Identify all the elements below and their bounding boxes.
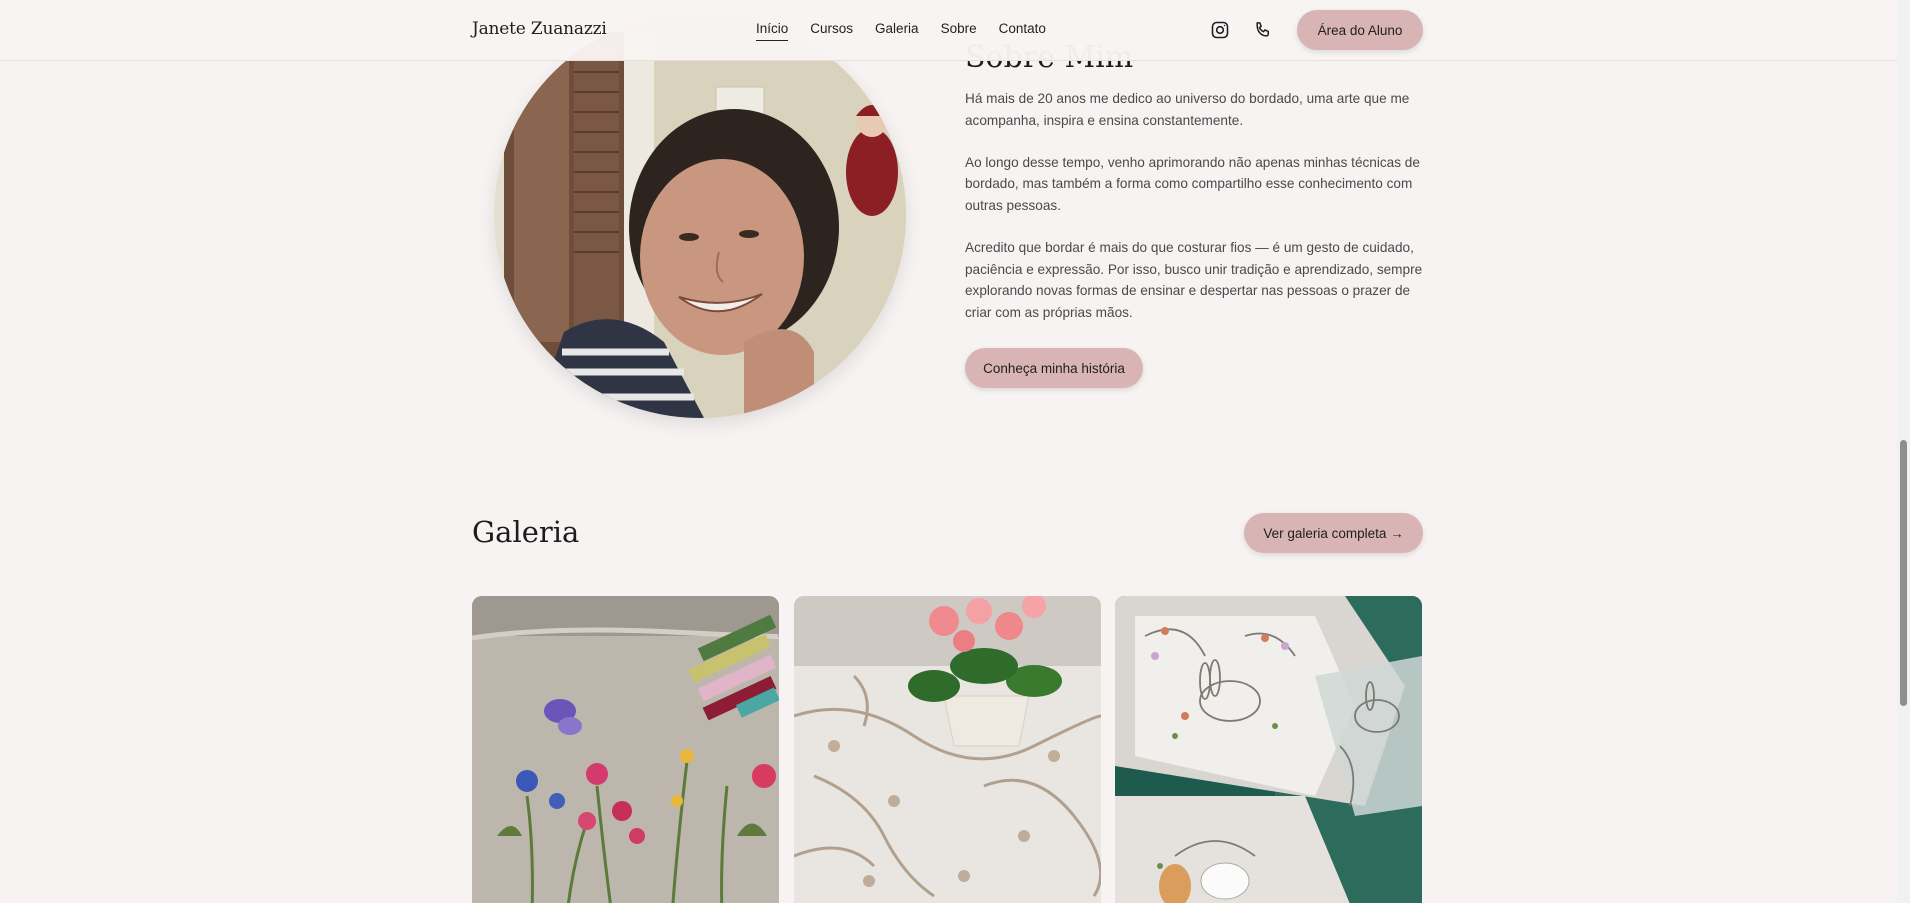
nav-item-galeria[interactable]: Galeria [875,21,919,41]
full-gallery-button[interactable]: Ver galeria completa → [1244,513,1423,553]
about-text: Há mais de 20 anos me dedico ao universo… [965,88,1423,344]
gallery-title: Galeria [472,515,580,549]
portrait-photo [494,12,906,418]
story-button[interactable]: Conheça minha história [965,348,1143,388]
instagram-icon[interactable] [1208,18,1232,42]
gallery-image[interactable] [1115,596,1422,903]
brand-logo[interactable]: Janete Zuanazzi [472,19,607,39]
student-area-button[interactable]: Área do Aluno [1297,10,1423,50]
phone-icon[interactable] [1251,18,1275,42]
nav-item-inicio[interactable]: Início [756,21,789,41]
gallery-image[interactable] [472,596,779,903]
nav-item-contato[interactable]: Contato [999,21,1046,41]
site-header: Janete Zuanazzi Início Cursos Galeria So… [0,0,1897,61]
about-paragraph: Há mais de 20 anos me dedico ao universo… [965,91,1410,128]
scrollbar-thumb[interactable] [1900,440,1907,706]
about-paragraph: Acredito que bordar é mais do que costur… [965,239,1423,320]
page-scrollbar[interactable] [1897,0,1910,903]
nav-item-cursos[interactable]: Cursos [810,21,853,41]
about-paragraph: Ao longo desse tempo, venho aprimorando … [965,154,1420,213]
gallery-image[interactable] [794,596,1101,903]
main-nav: Início Cursos Galeria Sobre Contato [756,21,1046,41]
nav-item-sobre[interactable]: Sobre [941,21,977,41]
